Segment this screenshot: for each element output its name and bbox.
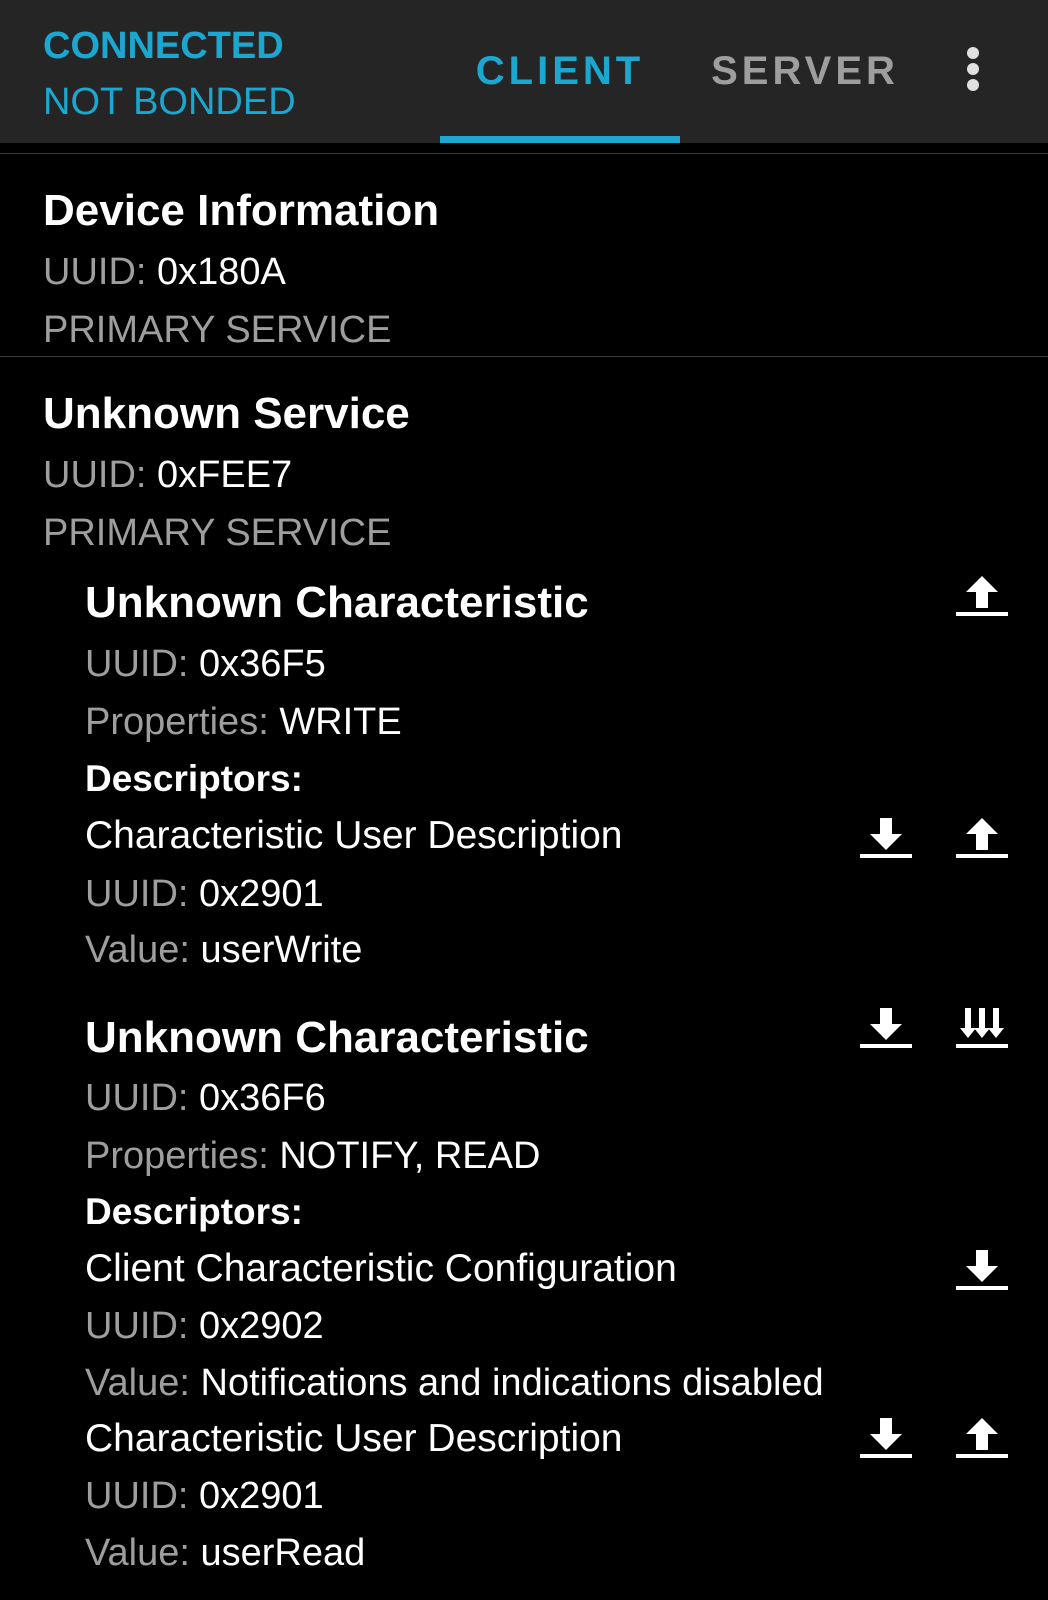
descriptor-name[interactable]: Client Characteristic Configuration [85,1241,677,1297]
value-label: Value: [85,1362,190,1404]
value-label: Value: [85,929,190,971]
service-uuid-row: UUID: 0xFEE7 [43,447,292,503]
service-uuid-value: 0x180A [157,251,286,293]
read-icon[interactable] [858,814,914,870]
service-name[interactable]: Unknown Service [43,386,410,442]
descriptor-uuid-row: UUID: 0x2901 [85,1468,324,1524]
descriptor-name[interactable]: Characteristic User Description [85,808,623,864]
descriptor-uuid-value: 0x2901 [199,873,324,915]
connection-state-label: CONNECTED [43,25,284,67]
descriptor-value: userRead [200,1532,366,1574]
write-icon[interactable] [954,572,1010,628]
write-icon[interactable] [954,814,1010,870]
more-vert-icon[interactable] [955,44,991,94]
descriptor-uuid-value: 0x2901 [199,1475,324,1517]
uuid-label: UUID: [85,1475,189,1517]
characteristic-uuid-value: 0x36F5 [199,643,326,685]
read-icon[interactable] [954,1246,1010,1302]
uuid-label: UUID: [85,1077,189,1119]
service-type: PRIMARY SERVICE [43,309,392,351]
descriptor-value: userWrite [200,929,363,971]
uuid-label: UUID: [43,251,147,293]
selected-tab-indicator [440,136,680,143]
service-name[interactable]: Device Information [43,183,439,239]
properties-label: Properties: [85,1135,269,1177]
properties-label: Properties: [85,701,269,743]
descriptor-uuid-row: UUID: 0x2901 [85,866,324,922]
divider [0,153,1048,154]
descriptor-name[interactable]: Characteristic User Description [85,1411,623,1467]
descriptor-value-row: Value: userWrite [85,922,362,978]
characteristic-properties-row: Properties: NOTIFY, READ [85,1128,540,1184]
write-icon[interactable] [954,1414,1010,1470]
descriptor-uuid-value: 0x2902 [199,1305,324,1347]
read-icon[interactable] [858,1004,914,1060]
descriptors-heading: Descriptors: [85,1191,303,1232]
descriptors-heading: Descriptors: [85,758,303,799]
descriptor-value-row: Value: Notifications and indications dis… [85,1355,824,1411]
characteristic-uuid-value: 0x36F6 [199,1077,326,1119]
descriptor-uuid-row: UUID: 0x2902 [85,1298,324,1354]
uuid-label: UUID: [85,643,189,685]
notify-icon[interactable] [954,1004,1010,1060]
characteristic-name[interactable]: Unknown Characteristic [85,1010,589,1066]
characteristic-properties-row: Properties: WRITE [85,694,402,750]
characteristic-name[interactable]: Unknown Characteristic [85,575,589,631]
service-uuid-row: UUID: 0x180A [43,244,286,300]
service-type: PRIMARY SERVICE [43,512,392,554]
service-uuid-value: 0xFEE7 [157,454,293,496]
uuid-label: UUID: [43,454,147,496]
app-bar: CONNECTED NOT BONDED CLIENT SERVER [0,0,1048,143]
read-icon[interactable] [858,1414,914,1470]
tab-client[interactable]: CLIENT [440,42,680,100]
characteristic-uuid-row: UUID: 0x36F5 [85,636,326,692]
uuid-label: UUID: [85,873,189,915]
connection-status: CONNECTED NOT BONDED [43,18,296,130]
descriptor-value: Notifications and indications disabled [200,1362,824,1404]
uuid-label: UUID: [85,1305,189,1347]
value-label: Value: [85,1532,190,1574]
properties-value: WRITE [279,701,402,743]
divider [0,356,1048,357]
characteristic-uuid-row: UUID: 0x36F6 [85,1070,326,1126]
properties-value: NOTIFY, READ [279,1135,541,1177]
bond-state-label: NOT BONDED [43,81,296,123]
descriptor-value-row: Value: userRead [85,1525,365,1581]
tab-server[interactable]: SERVER [690,42,920,100]
